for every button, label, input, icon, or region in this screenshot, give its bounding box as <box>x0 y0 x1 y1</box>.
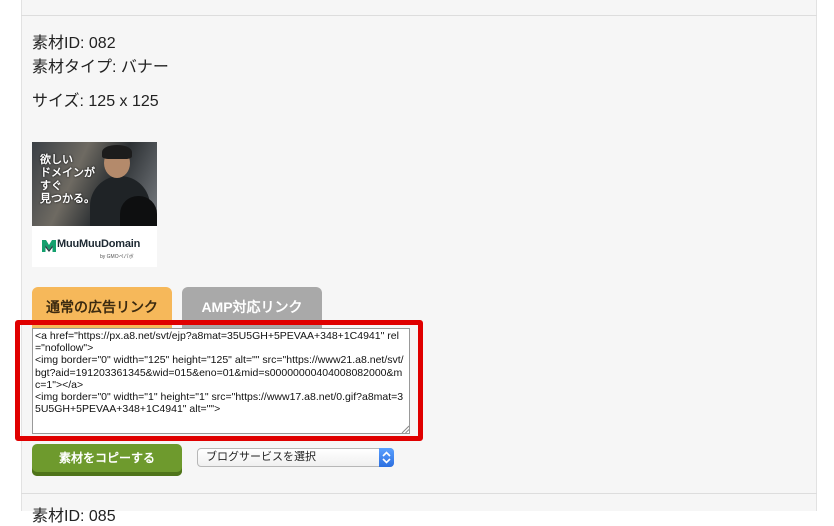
panel-divider-top <box>21 15 817 16</box>
page: 素材ID: 082 素材タイプ: バナー サイズ: 125 x 125 欲しい … <box>0 0 834 525</box>
material-type: 素材タイプ: バナー <box>32 59 169 76</box>
banner-copy-line: 欲しい <box>40 154 73 166</box>
banner-logo: MuuMuuDomain by GMOペパボ <box>32 228 157 267</box>
material-size: サイズ: 125 x 125 <box>32 93 159 110</box>
resize-grip-icon[interactable] <box>401 425 409 433</box>
banner-copy-line: すぐ <box>40 180 62 192</box>
material-id: 素材ID: 082 <box>32 35 116 52</box>
banner-logo-subtext: by GMOペパボ <box>100 254 134 260</box>
select-stepper-icon <box>379 448 394 467</box>
copy-material-button[interactable]: 素材をコピーする <box>32 444 182 476</box>
banner-logo-text: MuuMuuDomain <box>57 238 141 250</box>
blog-service-select[interactable]: ブログサービスを選択 <box>197 448 394 467</box>
banner-preview: 欲しい ドメインが すぐ 見つかる。 MuuMuuDomain by GMOペパ… <box>32 142 157 267</box>
blog-service-select-value: ブログサービスを選択 <box>206 451 316 463</box>
banner-copy-line: 見つかる。 <box>40 193 95 205</box>
banner-copy-line: ドメインが <box>40 167 95 179</box>
panel-divider-bottom <box>21 493 817 494</box>
muumuu-logo-icon <box>42 240 56 252</box>
banner-copy: 欲しい ドメインが すぐ 見つかる。 <box>40 154 110 206</box>
right-gutter <box>817 0 834 511</box>
next-material-id: 素材ID: 085 <box>32 508 116 525</box>
ad-code-textarea[interactable]: <a href="https://px.a8.net/svt/ejp?a8mat… <box>32 328 410 434</box>
